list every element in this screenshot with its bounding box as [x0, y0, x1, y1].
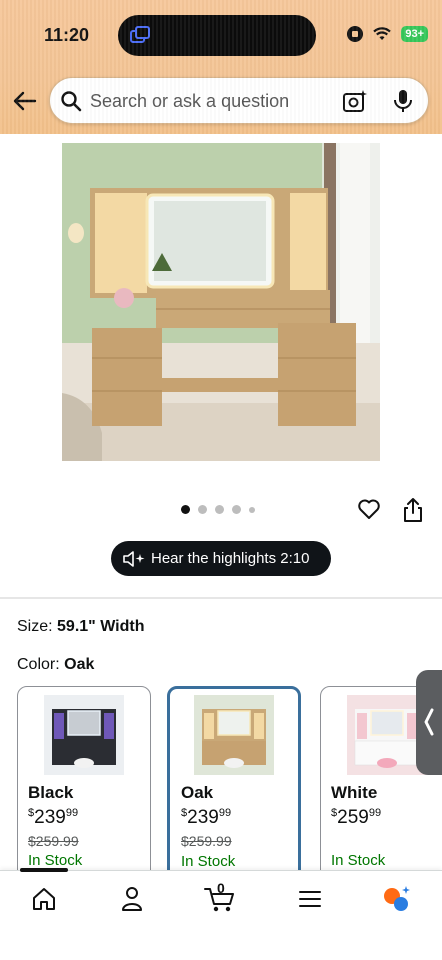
nav-active-indicator	[20, 868, 68, 872]
back-arrow-icon[interactable]	[12, 88, 38, 114]
search-icon	[61, 91, 82, 112]
speaker-sparkle-icon	[123, 550, 145, 567]
swatch-name: Oak	[181, 783, 214, 802]
color-label: Color:	[17, 656, 60, 673]
wifi-icon	[373, 27, 392, 40]
record-icon	[347, 26, 364, 42]
screen-mirror-icon	[130, 26, 150, 43]
size-selector: Size: 59.1" Width	[17, 618, 144, 636]
search-input[interactable]	[90, 88, 320, 114]
person-icon	[122, 887, 142, 911]
highlights-label: Hear the highlights 2:10	[151, 550, 310, 567]
nav-menu[interactable]	[290, 881, 330, 917]
swatch-stock: In Stock	[181, 853, 236, 870]
color-swatch-black[interactable]: Black $23999 $259.99 In Stock	[17, 686, 151, 886]
home-icon	[33, 888, 55, 910]
hear-highlights-button[interactable]: Hear the highlights 2:10	[111, 541, 331, 576]
swatch-list-price: $259.99	[28, 833, 79, 849]
color-swatch-oak[interactable]: Oak $23999 $259.99 In Stock	[167, 686, 301, 886]
gallery-dot[interactable]	[249, 506, 255, 513]
color-value: Oak	[64, 656, 95, 673]
nav-account[interactable]	[112, 881, 152, 917]
battery-indicator: 93+	[401, 26, 428, 42]
swatch-stock: In Stock	[331, 852, 386, 869]
product-image[interactable]	[62, 143, 380, 461]
size-label: Size:	[17, 618, 53, 635]
gallery-dot[interactable]	[232, 505, 241, 514]
gallery-dot[interactable]	[215, 505, 224, 514]
camera-search-icon[interactable]	[342, 89, 368, 113]
section-divider	[0, 597, 442, 599]
gallery-dot[interactable]	[198, 505, 207, 514]
menu-icon	[299, 891, 321, 907]
dynamic-island	[118, 15, 316, 56]
gallery-dot[interactable]	[181, 505, 190, 514]
product-page: 11:20 93+ Search or ask a question Hear …	[0, 0, 442, 960]
heart-icon[interactable]	[357, 497, 381, 521]
microphone-icon[interactable]	[392, 89, 414, 113]
swatch-name: White	[331, 783, 378, 802]
cart-count-badge: 0	[217, 880, 225, 896]
swatch-name: Black	[28, 783, 74, 802]
swatch-price: $23999	[181, 807, 232, 828]
nav-rufus[interactable]	[376, 881, 416, 917]
header: 11:20 93+	[0, 0, 442, 134]
swatch-price: $25999	[331, 807, 382, 828]
nav-home[interactable]	[24, 881, 64, 917]
swatch-thumbnail	[347, 695, 427, 775]
swatch-thumbnail	[194, 695, 274, 775]
search-bar[interactable]	[49, 77, 429, 124]
status-time: 11:20	[44, 25, 90, 45]
share-icon[interactable]	[402, 497, 424, 523]
side-panel-handle[interactable]	[416, 670, 442, 775]
rufus-assistant-icon	[384, 886, 410, 911]
status-icons: 93+	[347, 26, 428, 42]
color-selector: Color: Oak	[17, 656, 94, 674]
gallery-pagination[interactable]	[181, 505, 255, 514]
swatch-thumbnail	[44, 695, 124, 775]
chevron-left-icon	[424, 708, 434, 736]
swatch-price: $23999	[28, 807, 79, 828]
size-value: 59.1" Width	[57, 618, 145, 635]
swatch-list-price: $259.99	[181, 833, 232, 849]
swatch-stock: In Stock	[28, 852, 83, 869]
